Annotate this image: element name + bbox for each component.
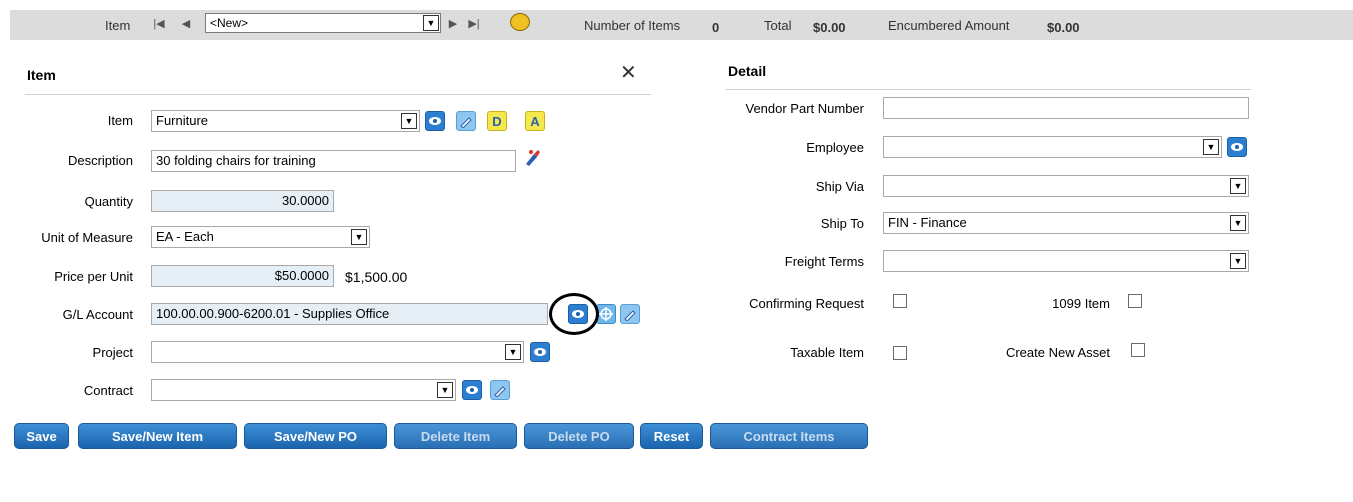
crosshair-icon[interactable] [596, 304, 616, 324]
quantity-label: Quantity [84, 194, 133, 209]
highlight-circle [549, 293, 599, 335]
chevron-down-icon[interactable]: ▼ [1230, 178, 1246, 194]
chevron-down-icon[interactable]: ▼ [1203, 139, 1219, 155]
reset-button[interactable]: Reset [640, 423, 703, 449]
delete-po-button[interactable]: Delete PO [524, 423, 634, 449]
edit-pencil-icon[interactable] [620, 304, 640, 324]
save-new-po-button[interactable]: Save/New PO [244, 423, 387, 449]
price-per-unit-input[interactable]: $50.0000 [151, 265, 334, 287]
gl-account-input[interactable]: 100.00.00.900-6200.01 - Supplies Office [151, 303, 548, 325]
previous-record-icon[interactable]: ◀ [177, 14, 195, 32]
close-icon[interactable]: ✕ [620, 60, 637, 85]
vendor-part-number-label: Vendor Part Number [745, 101, 864, 116]
employee-label: Employee [806, 140, 864, 155]
view-eye-icon[interactable] [1227, 137, 1247, 157]
view-eye-icon[interactable] [462, 380, 482, 400]
chevron-down-icon[interactable]: ▼ [401, 113, 417, 129]
price-per-unit-label: Price per Unit [54, 269, 133, 284]
detail-section-divider [726, 89, 1251, 90]
toolbar-item-label: Item [105, 18, 131, 33]
encumbered-amount-label: Encumbered Amount [888, 18, 1010, 33]
description-input[interactable]: 30 folding chairs for training [151, 150, 516, 172]
edit-pencil-icon[interactable] [490, 380, 510, 400]
chevron-down-icon[interactable]: ▼ [505, 344, 521, 360]
taxable-item-checkbox[interactable] [893, 346, 907, 360]
1099-item-checkbox[interactable] [1128, 294, 1142, 308]
item-select-value: Furniture [156, 113, 209, 128]
1099-item-label: 1099 Item [1052, 296, 1110, 311]
delete-item-button[interactable]: Delete Item [394, 423, 517, 449]
employee-select[interactable]: ▼ [883, 136, 1222, 158]
d-letter-icon[interactable]: D [487, 111, 507, 131]
unit-of-measure-select[interactable]: EA - Each ▼ [151, 226, 370, 248]
total-label: Total [764, 18, 792, 33]
ship-via-select[interactable]: ▼ [883, 175, 1249, 197]
create-new-asset-label: Create New Asset [1005, 345, 1110, 360]
extended-total-value: $1,500.00 [345, 269, 408, 285]
ship-to-select[interactable]: FIN - Finance ▼ [883, 212, 1249, 234]
unit-of-measure-value: EA - Each [156, 229, 214, 244]
item-record-select-value: <New> [210, 16, 249, 30]
clear-brush-icon[interactable] [522, 148, 542, 168]
edit-pencil-icon[interactable] [456, 111, 476, 131]
ship-to-value: FIN - Finance [888, 215, 967, 230]
total-value: $0.00 [813, 20, 846, 35]
a-letter-icon[interactable]: A [525, 111, 545, 131]
confirming-request-checkbox[interactable] [893, 294, 907, 308]
next-record-icon[interactable]: ▶ [444, 14, 462, 32]
vendor-part-number-input[interactable] [883, 97, 1249, 119]
contract-label: Contract [83, 383, 133, 398]
chevron-down-icon[interactable]: ▼ [1230, 253, 1246, 269]
project-select[interactable]: ▼ [151, 341, 524, 363]
unit-of-measure-label: Unit of Measure [41, 230, 133, 245]
quantity-input[interactable]: 30.0000 [151, 190, 334, 212]
chevron-down-icon[interactable]: ▼ [351, 229, 367, 245]
confirming-request-label: Confirming Request [749, 296, 864, 311]
first-record-icon[interactable]: |◀ [150, 14, 168, 32]
coins-icon[interactable] [510, 13, 530, 31]
view-eye-icon[interactable] [530, 342, 550, 362]
project-label: Project [92, 345, 133, 360]
save-button[interactable]: Save [14, 423, 69, 449]
encumbered-amount-value: $0.00 [1047, 20, 1080, 35]
number-of-items-value: 0 [712, 20, 720, 35]
chevron-down-icon[interactable]: ▼ [437, 382, 453, 398]
chevron-down-icon[interactable]: ▼ [423, 15, 439, 31]
freight-terms-select[interactable]: ▼ [883, 250, 1249, 272]
contract-items-button[interactable]: Contract Items [710, 423, 868, 449]
description-label: Description [67, 153, 133, 168]
gl-account-label: G/L Account [62, 307, 133, 322]
item-record-select[interactable]: <New> ▼ [205, 13, 441, 33]
item-select[interactable]: Furniture ▼ [151, 110, 420, 132]
number-of-items-label: Number of Items [584, 18, 681, 33]
create-new-asset-checkbox[interactable] [1131, 343, 1145, 357]
ship-to-label: Ship To [820, 216, 864, 231]
chevron-down-icon[interactable]: ▼ [1230, 215, 1246, 231]
save-new-item-button[interactable]: Save/New Item [78, 423, 237, 449]
last-record-icon[interactable]: ▶| [465, 14, 483, 32]
item-label: Item [107, 113, 133, 128]
ship-via-label: Ship Via [815, 179, 864, 194]
contract-select[interactable]: ▼ [151, 379, 456, 401]
taxable-item-label: Taxable Item [790, 345, 864, 360]
detail-section-title: Detail [728, 63, 767, 79]
view-eye-icon[interactable] [425, 111, 445, 131]
item-section-title: Item [27, 67, 56, 83]
freight-terms-label: Freight Terms [784, 254, 864, 269]
item-section-divider [25, 94, 651, 95]
